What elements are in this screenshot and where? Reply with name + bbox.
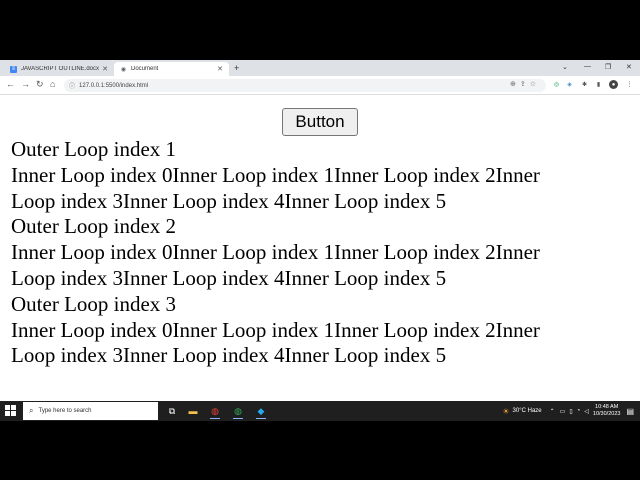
minimize-icon[interactable]: — <box>584 63 591 70</box>
chrome-red-icon[interactable]: ◍ <box>207 403 223 419</box>
output-line: Outer Loop index 3 <box>11 291 177 316</box>
windows-start-icon[interactable] <box>5 405 16 416</box>
weather-text[interactable]: 30°C Haze <box>513 408 542 414</box>
network-icon[interactable]: ▭ <box>560 408 566 415</box>
window-close-icon[interactable]: ✕ <box>626 63 632 71</box>
tab-javascript-outline[interactable]: ≡ JAVASCRIPT OUTLINE.docx ✕ <box>4 62 114 76</box>
wifi-icon[interactable]: ◔ <box>577 408 581 414</box>
output-line: Outer Loop index 1 <box>11 137 177 161</box>
output-line: Outer Loop index 2 <box>11 214 177 239</box>
forward-icon[interactable]: → <box>21 79 30 89</box>
address-bar[interactable]: ⓘ 127.0.0.1:5500/index.html ⊕⇪☆ <box>64 79 546 92</box>
vscode-icon[interactable]: ◆ <box>253 403 269 419</box>
system-tray: ☀ 30°C Haze ⌃ ▭ ▯ ◔ ◁ 10:48 AM 10/30/202… <box>502 403 634 419</box>
taskbar-search[interactable]: ⌕ Type here to search <box>23 402 158 420</box>
weather-icon: ☀ <box>502 406 510 416</box>
letterbox-top <box>0 0 640 60</box>
site-info-icon[interactable]: ⓘ <box>69 81 75 90</box>
output-line: Inner Loop index 0Inner Loop index 1Inne… <box>11 317 540 342</box>
clock-date: 10/30/2023 <box>592 411 621 417</box>
chrome-icon[interactable]: ◍ <box>230 403 246 419</box>
google-docs-icon: ≡ <box>10 65 17 73</box>
extension-icon[interactable]: ◎ <box>552 80 561 89</box>
page-viewport: Button Outer Loop index 1 Inner Loop ind… <box>0 95 640 401</box>
tab-title: JAVASCRIPT OUTLINE.docx <box>21 66 100 72</box>
output-line: Loop index 3Inner Loop index 4Inner Loop… <box>11 343 447 368</box>
clock[interactable]: 10:48 AM 10/30/2023 <box>593 404 621 418</box>
avatar[interactable]: ● <box>609 80 618 89</box>
volume-icon[interactable]: ◁ <box>584 408 589 415</box>
clock-time: 10:48 AM <box>595 404 619 410</box>
battery-icon[interactable]: ▯ <box>569 408 572 415</box>
restore-icon[interactable]: ❐ <box>605 63 611 71</box>
address-text: 127.0.0.1:5500/index.html <box>79 82 149 89</box>
search-icon: ⌕ <box>29 406 34 415</box>
reload-icon[interactable]: ↻ <box>36 79 44 90</box>
notification-icon[interactable]: ▤ <box>626 407 634 416</box>
browser-tab-strip: ≡ JAVASCRIPT OUTLINE.docx ✕ ◉ Document ✕… <box>0 60 640 76</box>
globe-icon: ◉ <box>120 66 127 73</box>
search-placeholder: Type here to search <box>38 408 92 414</box>
output-line: Inner Loop index 0Inner Loop index 1Inne… <box>11 162 540 187</box>
omnibox-actions-icons[interactable]: ⊕⇪☆ <box>510 80 540 88</box>
back-icon[interactable]: ← <box>6 79 15 89</box>
task-view-icon[interactable]: ⧉ <box>164 403 180 419</box>
output-line: Loop index 3Inner Loop index 4Inner Loop… <box>11 265 447 290</box>
side-panel-icon[interactable]: ▮ <box>594 80 603 89</box>
tray-overflow-icon[interactable]: ⌃ <box>550 408 555 415</box>
page-button[interactable]: Button <box>282 108 358 136</box>
tab-document[interactable]: ◉ Document ✕ <box>114 62 229 76</box>
home-icon[interactable]: ⌂ <box>50 79 55 89</box>
output-line: Loop index 3Inner Loop index 4Inner Loop… <box>11 188 447 213</box>
tab-title: Document <box>131 66 159 72</box>
chevron-down-icon[interactable]: ⌄ <box>562 63 568 71</box>
loop-output: Outer Loop index 1 Inner Loop index 0Inn… <box>11 137 611 369</box>
file-explorer-icon[interactable]: ▬ <box>185 403 201 419</box>
translate-icon[interactable]: ◈ <box>565 80 574 89</box>
taskbar: ⌕ Type here to search ⧉ ▬ ◍ ◍ ◆ ☀ 30°C H… <box>0 401 640 421</box>
browser-toolbar: ← → ↻ ⌂ ⓘ 127.0.0.1:5500/index.html ⊕⇪☆ … <box>0 76 640 95</box>
output-line: Inner Loop index 0Inner Loop index 1Inne… <box>11 240 540 265</box>
menu-icon[interactable]: ⋮ <box>625 80 634 89</box>
letterbox-bottom <box>0 421 640 480</box>
new-tab-icon[interactable]: + <box>234 63 239 73</box>
puzzle-icon[interactable]: ✱ <box>580 80 589 89</box>
close-icon[interactable]: ✕ <box>217 65 223 73</box>
close-icon[interactable]: ✕ <box>102 65 108 73</box>
